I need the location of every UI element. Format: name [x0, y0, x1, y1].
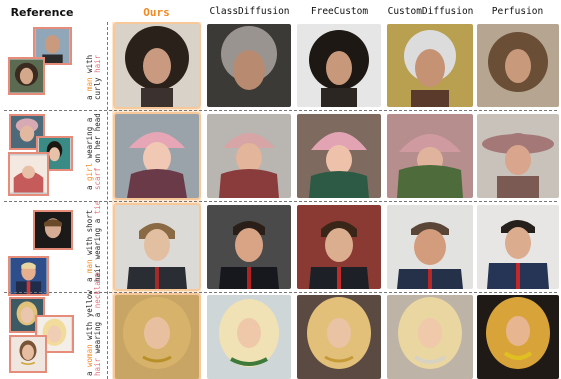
image-perfusion-1 [477, 24, 559, 107]
image-customdiffusion-1 [387, 24, 473, 107]
header-classdiffusion: ClassDiffusion [209, 6, 290, 17]
reference-image-1b [8, 57, 45, 95]
reference-image-4c [9, 335, 47, 373]
header-freecustom: FreeCustom [310, 6, 369, 17]
prompt-row-2: a girl wearing a scarf on her head [85, 113, 102, 190]
header-reference: Reference [10, 6, 74, 19]
row-separator-2 [4, 201, 557, 202]
prompt-row-3: a man with short hair wearing a tie [85, 200, 102, 282]
header-perfusion: Perfusion [491, 6, 544, 17]
header-ours: Ours [143, 6, 170, 19]
prompt-row-4: a woman with yellow hair wearing a neckl… [85, 272, 102, 376]
image-ours-3 [115, 205, 199, 289]
image-customdiffusion-2 [387, 114, 473, 198]
reference-image-2c [8, 152, 49, 196]
prompt-row-1: a man with curly hair [85, 54, 102, 100]
image-customdiffusion-3 [387, 205, 473, 289]
image-perfusion-4 [477, 295, 559, 379]
image-ours-2 [115, 114, 199, 198]
image-ours-1 [115, 24, 199, 107]
image-classdiffusion-2 [207, 114, 291, 198]
image-perfusion-2 [477, 114, 559, 198]
image-customdiffusion-4 [387, 295, 473, 379]
reference-image-3b [8, 256, 49, 296]
image-freecustom-1 [297, 24, 381, 107]
image-freecustom-4 [297, 295, 381, 379]
header-customdiffusion: CustomDiffusion [387, 6, 474, 17]
image-freecustom-3 [297, 205, 381, 289]
image-classdiffusion-4 [207, 295, 291, 379]
row-separator-1 [4, 110, 557, 111]
image-freecustom-2 [297, 114, 381, 198]
image-ours-4 [115, 295, 199, 379]
reference-image-3a [33, 210, 73, 250]
image-classdiffusion-1 [207, 24, 291, 107]
image-perfusion-3 [477, 205, 559, 289]
image-classdiffusion-3 [207, 205, 291, 289]
